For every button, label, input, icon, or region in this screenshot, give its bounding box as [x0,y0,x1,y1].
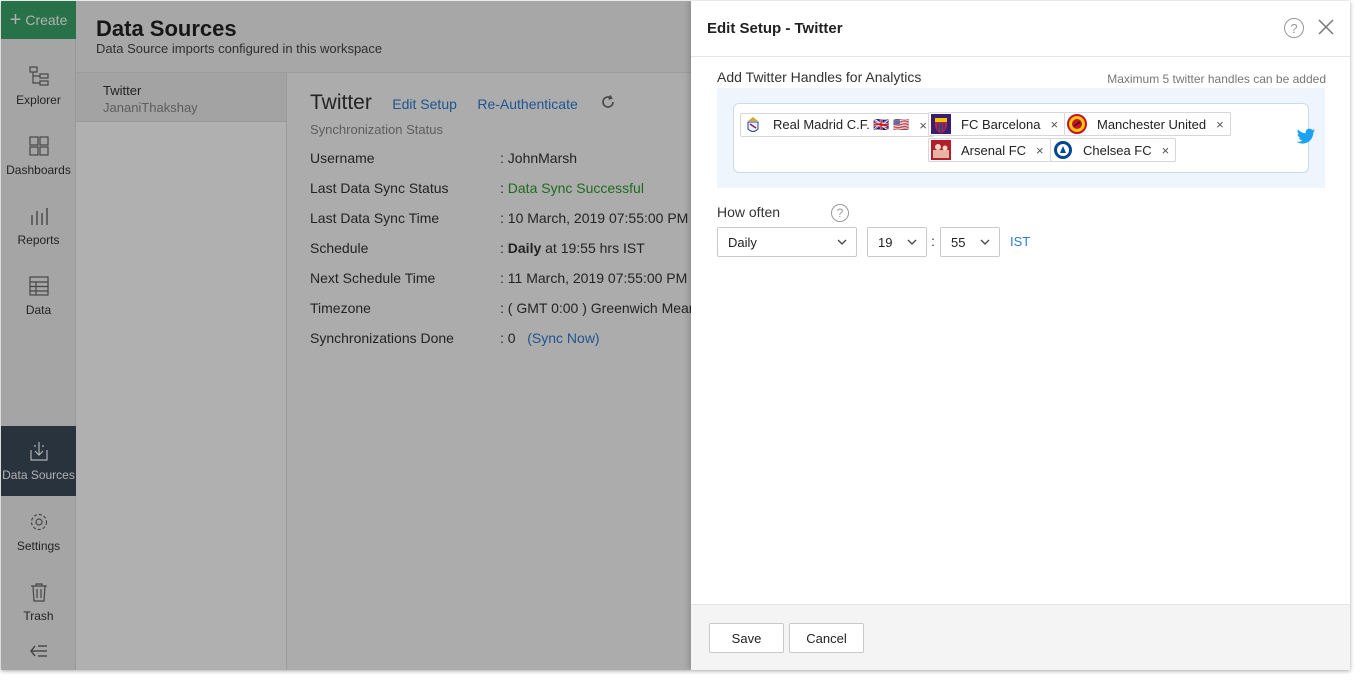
remove-handle-icon[interactable]: × [1216,117,1224,132]
edit-setup-panel: Edit Setup - Twitter ? Add Twitter Handl… [691,1,1350,670]
save-button[interactable]: Save [709,623,784,653]
twitter-handles-input[interactable]: Real Madrid C.F. 🇬🇧 🇺🇸 × FC Barcelona × … [733,103,1316,173]
remove-handle-icon[interactable]: × [919,118,927,133]
panel-footer: Save Cancel [691,604,1350,670]
chevron-down-icon [837,239,847,245]
arsenal-logo [931,140,951,160]
frequency-select[interactable]: Daily [717,227,857,257]
handle-name: Manchester United [1097,116,1207,132]
how-often-label: How often [717,204,781,220]
cancel-button[interactable]: Cancel [789,623,864,653]
handle-chip: Chelsea FC × [1050,138,1177,162]
panel-header: Edit Setup - Twitter ? [691,1,1350,57]
handles-label: Add Twitter Handles for Analytics [717,69,922,85]
fc-barcelona-logo [931,114,951,134]
handle-name: Chelsea FC [1083,142,1152,158]
handle-chip: FC Barcelona × [928,112,1066,136]
handle-chip: Manchester United × [1064,112,1231,136]
minute-value: 55 [951,234,966,250]
chevron-down-icon [907,239,917,245]
chevron-down-icon [980,239,990,245]
remove-handle-icon[interactable]: × [1050,117,1058,132]
panel-title: Edit Setup - Twitter [707,20,843,37]
remove-handle-icon[interactable]: × [1036,143,1044,158]
time-separator: : [931,233,935,249]
handles-max-note: Maximum 5 twitter handles can be added [1107,72,1326,86]
timezone-link[interactable]: IST [1010,234,1030,249]
manchester-united-logo [1067,114,1087,134]
handle-name: Arsenal FC [961,142,1027,158]
twitter-icon [1296,128,1316,144]
minute-select[interactable]: 55 [940,227,1000,257]
app-window: + Create Explorer Dashboards Reports Dat… [1,1,1350,670]
handle-name: Real Madrid C.F. 🇬🇧 🇺🇸 [773,117,910,132]
handle-chip: Arsenal FC × [928,138,1051,162]
how-often-help-icon[interactable]: ? [831,204,849,222]
chelsea-logo [1053,140,1073,160]
handle-chip: Real Madrid C.F. 🇬🇧 🇺🇸 × [740,113,934,137]
real-madrid-logo [743,115,763,135]
frequency-value: Daily [728,234,757,250]
help-icon[interactable]: ? [1284,18,1304,38]
close-icon[interactable] [1317,18,1335,36]
hour-select[interactable]: 19 [867,227,927,257]
hour-value: 19 [878,234,893,250]
handle-name: FC Barcelona [961,116,1041,132]
handles-area: Real Madrid C.F. 🇬🇧 🇺🇸 × FC Barcelona × … [717,88,1325,188]
remove-handle-icon[interactable]: × [1162,143,1170,158]
